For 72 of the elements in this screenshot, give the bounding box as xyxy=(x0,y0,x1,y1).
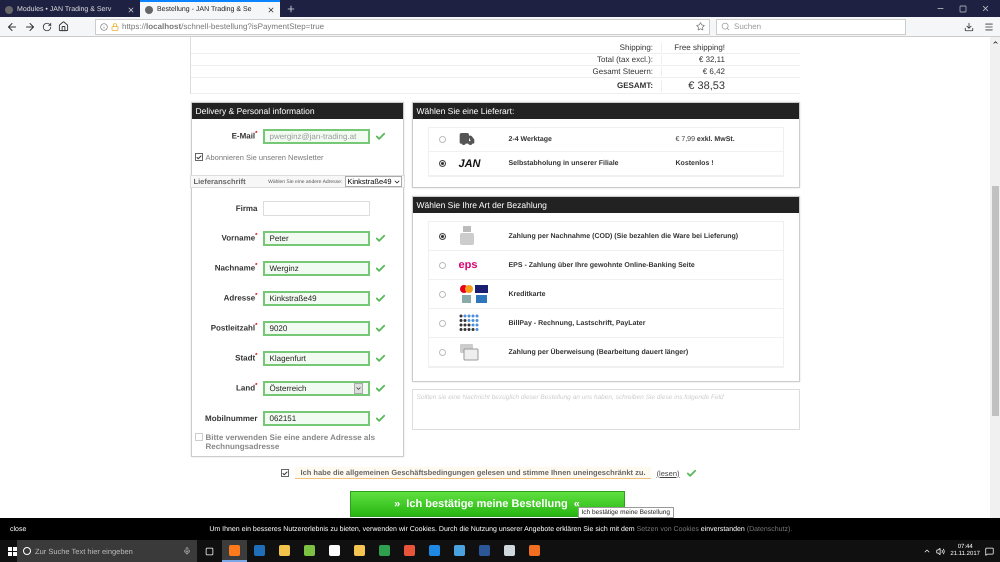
jan-logo: JAN xyxy=(458,158,481,170)
credit-cards-icon xyxy=(458,284,488,304)
radio-button[interactable] xyxy=(438,290,446,298)
field-label: Stadt$^{*}$ xyxy=(234,353,258,363)
summary-label: Shipping: xyxy=(618,43,654,52)
globe-icon xyxy=(5,6,13,14)
panel-title: Wählen Sie eine Lieferart: xyxy=(412,103,798,119)
bookmark-star-icon[interactable] xyxy=(696,22,705,31)
windows-start-icon[interactable] xyxy=(8,546,17,556)
scrollbar[interactable] xyxy=(990,37,1000,518)
chevron-up-icon[interactable] xyxy=(923,547,932,555)
summary-value: € 6,42 xyxy=(661,67,725,76)
search-icon xyxy=(721,22,730,31)
input-field[interactable]: 062151 xyxy=(262,410,370,426)
summary-value: Free shipping! xyxy=(661,43,725,52)
home-icon[interactable] xyxy=(58,21,69,32)
radio-button[interactable] xyxy=(438,232,446,240)
field-label: Adresse$^{*}$ xyxy=(222,293,258,303)
field-label: E-Mail$^{*}$ xyxy=(230,131,258,141)
menu-icon[interactable] xyxy=(984,22,994,32)
back-icon[interactable] xyxy=(6,20,18,32)
panel-title: Delivery & Personal information xyxy=(192,103,402,119)
radio-button[interactable] xyxy=(438,160,446,167)
input-field[interactable]: Kinkstraße49 xyxy=(262,290,370,306)
field-label: Land$^{*}$ xyxy=(235,383,258,393)
task-view-icon[interactable] xyxy=(205,546,214,556)
summary-value: € 38,53 xyxy=(661,80,725,92)
address-bar[interactable]: https://localhost/schnell-bestellung?isPaymentStep=true xyxy=(95,18,710,34)
microphone-icon[interactable] xyxy=(183,547,191,555)
field-label: Vorname$^{*}$ xyxy=(220,233,258,243)
url-text: https://localhost/schnell-bestellung?isPaymentStep=true xyxy=(122,22,324,31)
checkbox[interactable] xyxy=(281,469,290,477)
cortana-circle-icon xyxy=(23,547,31,555)
summary-label: Total (tax excl.): xyxy=(596,55,654,64)
checkbox[interactable] xyxy=(194,153,202,161)
eps-logo: eps xyxy=(458,259,478,271)
checkbox-label: Bitte verwenden Sie eine andere Adresse als Rechnungsadresse xyxy=(206,433,376,451)
field-label: Firma xyxy=(234,204,258,212)
summary-value: € 32,11 xyxy=(661,55,725,64)
input-field[interactable]: Peter xyxy=(262,230,370,246)
maximize-icon[interactable] xyxy=(959,4,967,12)
input-field[interactable] xyxy=(262,200,370,216)
truck-icon xyxy=(458,130,474,146)
input-field[interactable]: Werginz xyxy=(262,260,370,276)
new-tab-icon[interactable] xyxy=(286,4,296,14)
notification-icon[interactable] xyxy=(985,546,994,556)
globe-icon xyxy=(145,6,153,14)
dot-grid-icon xyxy=(458,314,478,332)
scrollbar-thumb[interactable] xyxy=(992,186,998,416)
card-icon xyxy=(458,343,478,361)
scroll-up-icon[interactable] xyxy=(992,39,998,46)
panel-title: Wählen Sie Ihre Art der Bezahlung xyxy=(412,197,798,213)
summary-label: GESAMT: xyxy=(616,81,654,90)
download-icon[interactable] xyxy=(964,22,974,32)
field-label: Postleitzahl$^{*}$ xyxy=(210,323,258,333)
close-icon[interactable] xyxy=(267,6,275,14)
info-icon xyxy=(100,22,108,30)
lock-icon xyxy=(111,22,119,30)
speaker-icon[interactable] xyxy=(936,546,946,556)
radio-button[interactable] xyxy=(438,136,446,143)
radio-button[interactable] xyxy=(438,348,446,356)
field-label: Mobilnummer xyxy=(204,414,258,422)
summary-label: Gesamt Steuern: xyxy=(592,67,654,76)
radio-button[interactable] xyxy=(438,320,446,326)
field-label: Nachname$^{*}$ xyxy=(214,263,258,273)
country-select[interactable]: Österreich xyxy=(262,380,370,396)
caret-icon xyxy=(354,382,362,394)
input-field[interactable]: 9020 xyxy=(262,320,370,336)
reload-icon[interactable] xyxy=(42,22,52,32)
input-field[interactable]: Klagenfurt xyxy=(262,350,370,366)
forward-icon[interactable] xyxy=(24,20,36,32)
radio-button[interactable] xyxy=(438,262,446,268)
